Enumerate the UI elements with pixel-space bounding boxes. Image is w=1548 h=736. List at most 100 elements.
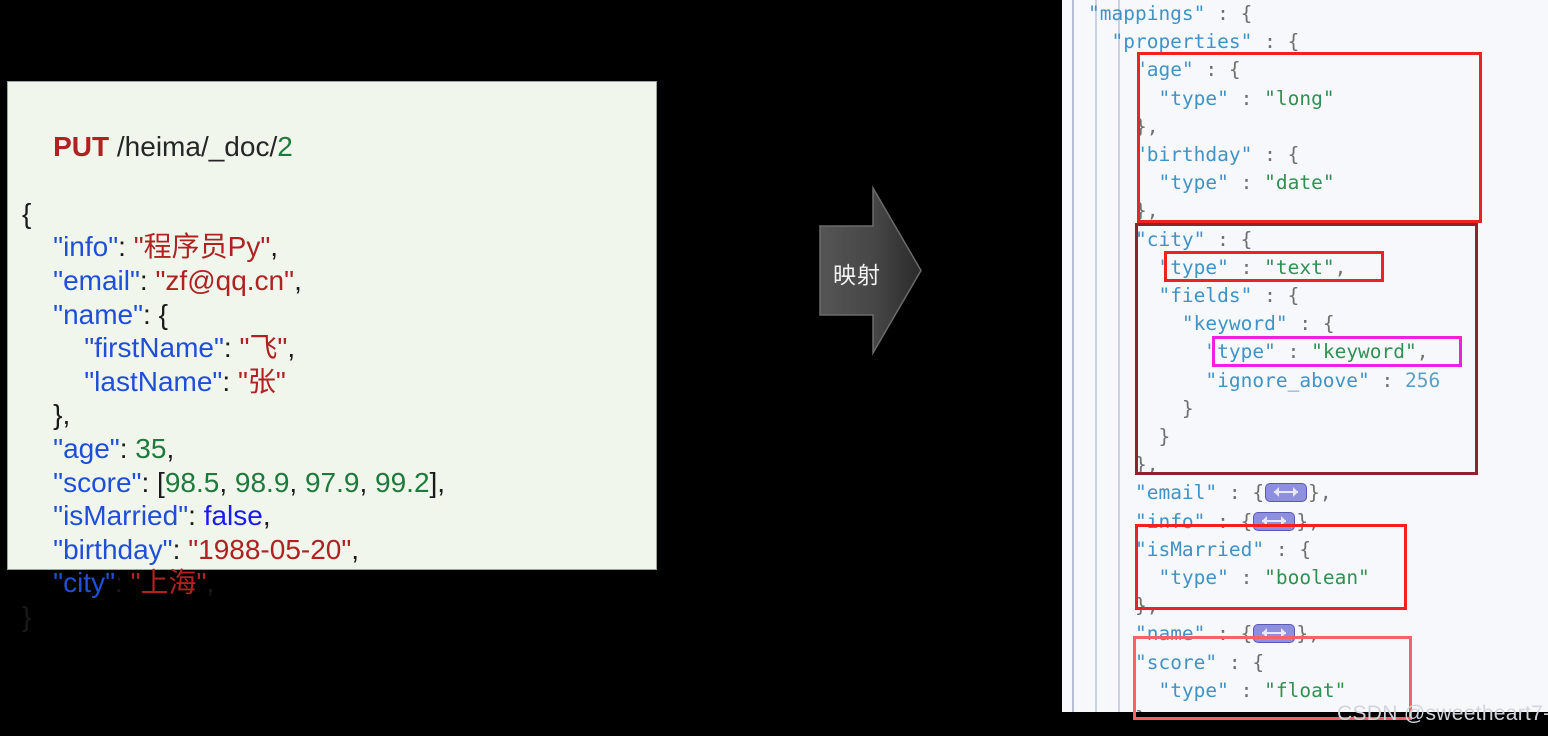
mapping-arrow-label: 映射 xyxy=(833,263,881,289)
doc-token: , xyxy=(289,466,305,498)
mapping-line: "type" : "text", xyxy=(1062,254,1548,282)
doc-token: "lastName" xyxy=(84,365,223,397)
mapping-token: : xyxy=(1228,255,1265,279)
doc-token: ], xyxy=(429,466,446,498)
doc-token: } xyxy=(22,600,32,632)
mapping-line: "type" : "keyword", xyxy=(1062,338,1548,366)
mapping-token: "name" xyxy=(1134,622,1206,646)
mapping-token: "type" xyxy=(1158,86,1229,110)
mapping-token: "email" xyxy=(1134,481,1218,505)
mapping-token: }, xyxy=(1134,594,1159,618)
mapping-token: "type" xyxy=(1158,566,1229,590)
document-line: "birthday": "1988-05-20", xyxy=(22,533,656,567)
mapping-token: : { xyxy=(1205,2,1253,25)
doc-token: 98.5 xyxy=(164,466,220,498)
doc-token: "飞" xyxy=(239,332,288,364)
doc-token: 98.9 xyxy=(234,466,290,498)
doc-token: "city" xyxy=(53,567,116,599)
mapping-token: 256 xyxy=(1405,368,1441,392)
doc-token: 97.9 xyxy=(304,466,360,498)
doc-token: "name" xyxy=(53,298,144,330)
doc-token: , xyxy=(351,533,360,565)
mapping-token: : { xyxy=(1217,481,1265,505)
mapping-token: } xyxy=(1181,396,1194,420)
doc-token: , xyxy=(294,264,302,296)
document-line: { xyxy=(22,197,656,231)
doc-token: : xyxy=(139,264,156,296)
document-line: }, xyxy=(22,398,656,432)
doc-token: , xyxy=(219,466,235,498)
collapsed-fold-badge[interactable] xyxy=(1253,624,1296,644)
mapping-line: "mappings" : { xyxy=(1062,0,1548,28)
doc-token: "age" xyxy=(53,432,120,464)
mapping-line: "type" : "float" xyxy=(1062,677,1548,705)
mapping-token: : { xyxy=(1193,58,1241,82)
collapsed-fold-badge[interactable] xyxy=(1265,483,1308,503)
mapping-token: : { xyxy=(1252,284,1300,308)
mapping-token: "type" xyxy=(1158,171,1229,195)
mapping-token: : { xyxy=(1252,143,1300,167)
mapping-line: "name" : {}, xyxy=(1062,620,1548,648)
doc-token: false xyxy=(203,500,263,532)
mapping-token: : { xyxy=(1217,650,1265,674)
doc-token: "firstName" xyxy=(84,332,224,364)
mapping-line: } xyxy=(1062,423,1548,451)
doc-token: "birthday" xyxy=(53,533,173,565)
mapping-token: : { xyxy=(1264,537,1312,561)
doc-token: : xyxy=(119,432,136,464)
mapping-line: }, xyxy=(1062,113,1548,141)
mapping-token: : xyxy=(1275,340,1312,364)
mapping-line: "email" : {}, xyxy=(1062,479,1548,507)
document-line: "score": [98.5, 98.9, 97.9, 99.2], xyxy=(22,466,656,500)
request-line: PUT /heima/_doc/2 xyxy=(22,96,656,197)
doc-token: "张" xyxy=(237,365,286,397)
document-line: "age": 35, xyxy=(22,432,656,466)
mapping-token: "text" xyxy=(1264,255,1335,279)
mapping-line: "fields" : { xyxy=(1062,282,1548,310)
mapping-line: }, xyxy=(1062,197,1548,225)
doc-token: "1988-05-20" xyxy=(188,533,352,565)
mapping-token: "info" xyxy=(1134,509,1206,533)
doc-token: "zf@qq.cn" xyxy=(155,264,295,296)
doc-token: , xyxy=(287,332,296,364)
doc-token: : [ xyxy=(141,466,165,498)
mapping-json-panel: "mappings" : { "properties" : { "age" : … xyxy=(1062,0,1548,712)
doc-token: "email" xyxy=(53,264,140,296)
doc-token: , xyxy=(359,466,376,498)
mapping-token: }, xyxy=(1134,114,1159,138)
mapping-token: , xyxy=(1416,340,1429,364)
mapping-token: : { xyxy=(1287,312,1335,336)
doc-token: "程序员Py" xyxy=(133,231,271,263)
mapping-token: }, xyxy=(1308,481,1332,505)
mapping-token: : xyxy=(1228,171,1265,195)
mapping-line: } xyxy=(1062,395,1548,423)
mapping-token: "score" xyxy=(1134,650,1218,674)
document-code-panel: PUT /heima/_doc/2 { "info": "程序员Py", "em… xyxy=(7,81,657,632)
request-path: /heima/_doc/ xyxy=(116,130,278,162)
mapping-token: : xyxy=(1369,368,1406,392)
mapping-token: : xyxy=(1228,678,1265,702)
mapping-token: "fields" xyxy=(1158,284,1253,308)
mapping-token: : { xyxy=(1205,227,1253,251)
mapping-token: "age" xyxy=(1134,58,1194,82)
doc-token: "score" xyxy=(53,466,142,498)
mapping-line: "type" : "long" xyxy=(1062,85,1548,113)
mapping-line: "keyword" : { xyxy=(1062,310,1548,338)
mapping-token: "keyword" xyxy=(1311,340,1417,364)
doc-token: : xyxy=(172,533,189,565)
mapping-line: }, xyxy=(1062,451,1548,479)
mapping-token: "city" xyxy=(1134,227,1206,251)
collapsed-fold-badge[interactable] xyxy=(1253,511,1296,531)
